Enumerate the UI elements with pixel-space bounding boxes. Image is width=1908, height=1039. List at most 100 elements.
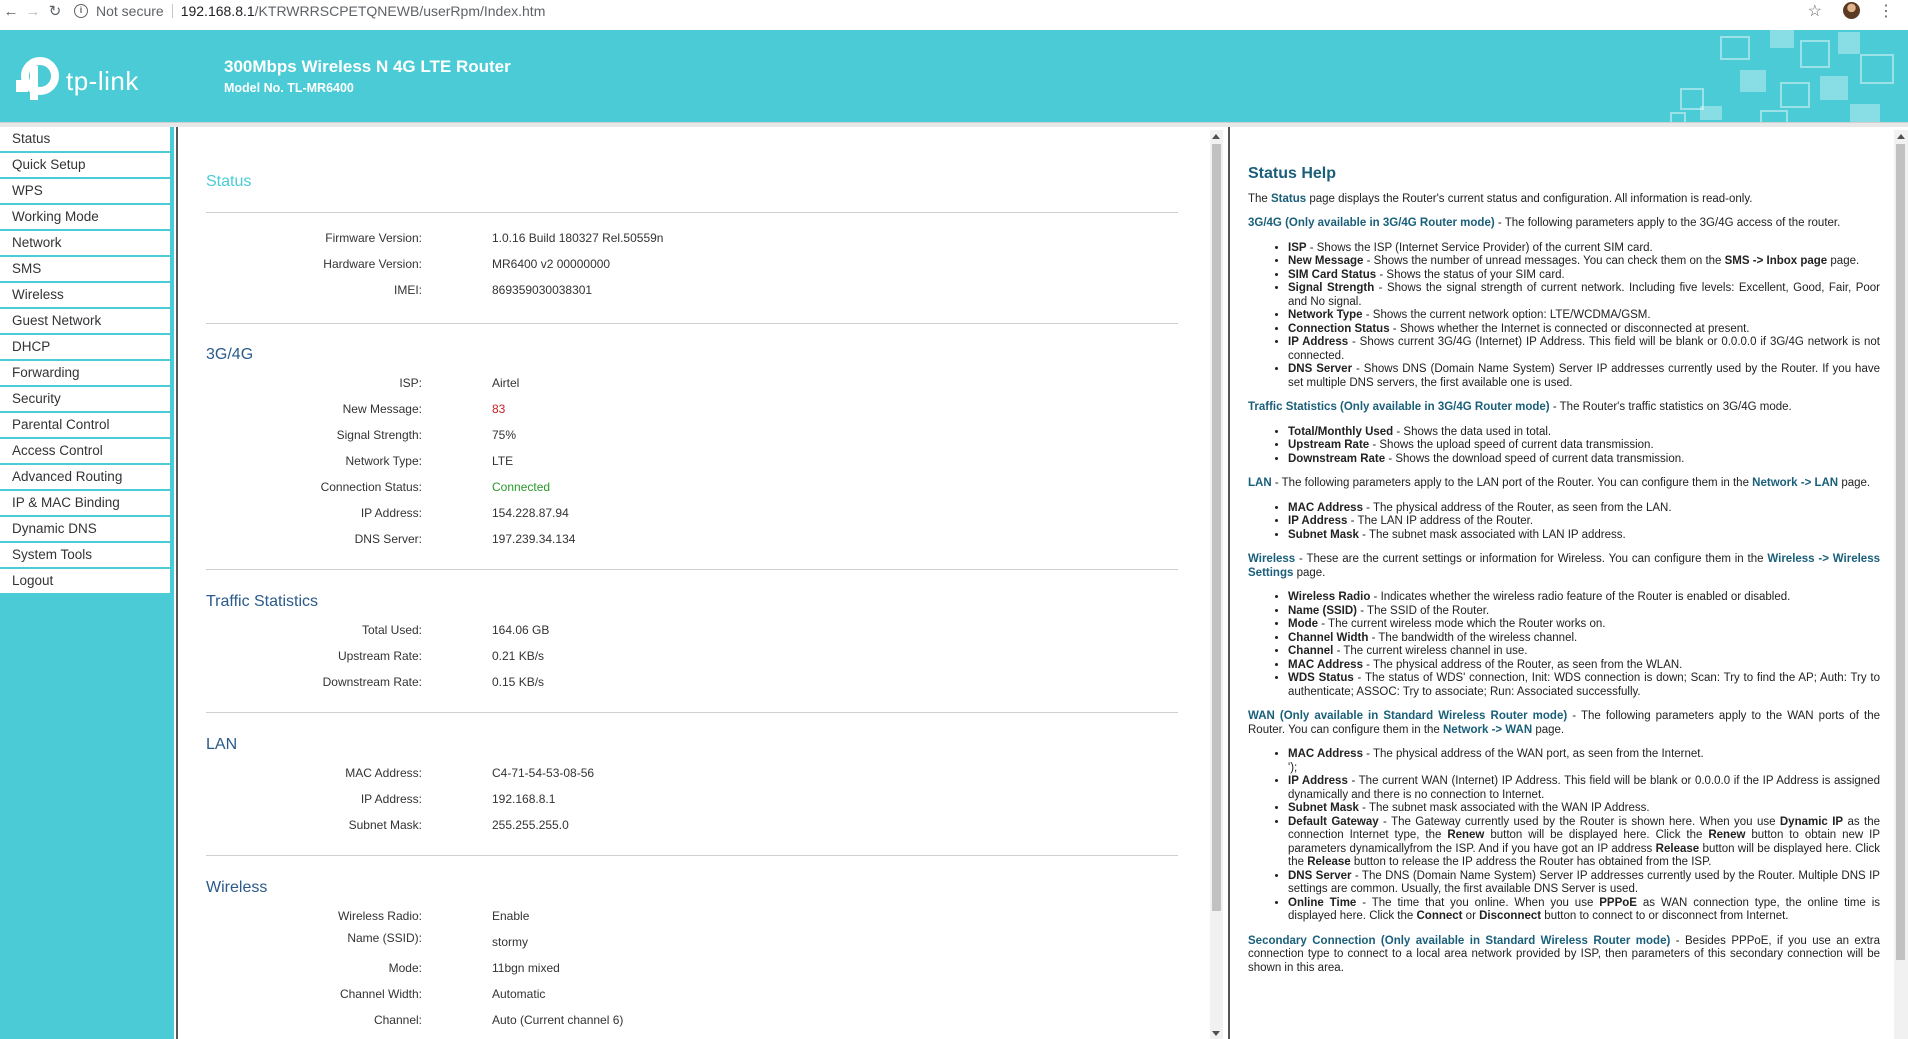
firmware-value: 1.0.16 Build 180327 Rel.50559n: [492, 231, 664, 245]
help-lan-heading: LAN - The following parameters apply to …: [1248, 477, 1871, 489]
divider: [206, 712, 1178, 713]
router-header: tp-link 300Mbps Wireless N 4G LTE Router…: [0, 30, 1908, 122]
signal-value: 75%: [492, 428, 517, 442]
info-icon[interactable]: i: [74, 4, 88, 18]
sidebar-item-dhcp[interactable]: DHCP: [0, 335, 170, 361]
sidebar-item-sms[interactable]: SMS: [0, 257, 170, 283]
connection-status-value: Connected: [492, 480, 551, 494]
help-3g4g-heading: 3G/4G (Only available in 3G/4G Router mo…: [1248, 217, 1841, 229]
sidebar-item-advanced-routing[interactable]: Advanced Routing: [0, 465, 170, 491]
wireless-section: Wireless: [206, 879, 1178, 897]
sidebar-item-logout[interactable]: Logout: [0, 569, 170, 595]
imei-value: 869359030038301: [492, 283, 593, 297]
g4-section: 3G/4G: [206, 346, 1178, 364]
sidebar-item-ip-mac-binding[interactable]: IP & MAC Binding: [0, 491, 170, 517]
scroll-up-icon[interactable]: [1212, 134, 1220, 139]
channel-width-label: Channel Width:: [339, 987, 422, 1001]
sidebar-item-network[interactable]: Network: [0, 231, 170, 257]
dns-server-value: 197.239.34.134: [492, 532, 576, 546]
sidebar-item-wireless[interactable]: Wireless: [0, 283, 170, 309]
tp-link-logo: tp-link: [12, 56, 139, 106]
wireless-radio-value: Enable: [492, 909, 530, 923]
logo-text: tp-link: [66, 65, 139, 96]
sidebar-item-wps[interactable]: WPS: [0, 179, 170, 205]
lan-ip-value: 192.168.8.1: [492, 792, 556, 806]
firmware-label: Firmware Version:: [325, 231, 422, 245]
sidebar-item-dynamic-dns[interactable]: Dynamic DNS: [0, 517, 170, 543]
back-icon[interactable]: ←: [0, 3, 22, 20]
status-panel-scrollbar[interactable]: [1210, 130, 1223, 1039]
lan-mac-value: C4-71-54-53-08-56: [492, 766, 595, 780]
help-wan-list: MAC Address - The physical address of th…: [1288, 748, 1880, 924]
sidebar-item-access-control[interactable]: Access Control: [0, 439, 170, 465]
traffic-section: Traffic Statistics: [206, 593, 1178, 611]
profile-avatar[interactable]: [1843, 2, 1860, 19]
wan-ip-value: 154.228.87.94: [492, 506, 569, 520]
ssid-label: Name (SSID):: [347, 931, 422, 945]
address-separator: [171, 4, 173, 18]
sidebar-item-status[interactable]: Status: [0, 127, 170, 153]
sidebar-item-guest-network[interactable]: Guest Network: [0, 309, 170, 335]
help-wan-heading: WAN (Only available in Standard Wireless…: [1248, 710, 1880, 736]
scrollbar-thumb[interactable]: [1896, 144, 1905, 960]
lan-mac-label: MAC Address:: [345, 766, 422, 780]
upstream-label: Upstream Rate:: [337, 649, 422, 663]
ssid-value: stormy: [492, 935, 528, 949]
address-bar[interactable]: i Not secure 192.168.8.1/KTRWRRSCPETQNEW…: [74, 3, 545, 19]
help-panel: Status Help The Status page displays the…: [1228, 127, 1894, 1039]
bookmark-star-icon[interactable]: ☆: [1808, 1, 1822, 21]
wireless-title: Wireless: [206, 879, 268, 896]
channel-value: Auto (Current channel 6): [492, 1013, 624, 1027]
isp-value: Airtel: [492, 376, 520, 390]
status-title: Status: [206, 173, 252, 190]
sidebar-item-forwarding[interactable]: Forwarding: [0, 361, 170, 387]
help-panel-scrollbar[interactable]: [1894, 130, 1908, 1039]
sidebar-item-system-tools[interactable]: System Tools: [0, 543, 170, 569]
lan-mask-value: 255.255.255.0: [492, 818, 569, 832]
help-secondary-heading: Secondary Connection (Only available in …: [1248, 934, 1880, 974]
new-message-count[interactable]: 83: [492, 402, 505, 416]
lan-mask-label: Subnet Mask:: [348, 818, 422, 832]
divider: [206, 323, 1178, 324]
imei-label: IMEI:: [393, 283, 422, 297]
total-used-value: 164.06 GB: [492, 623, 550, 637]
downstream-value: 0.15 KB/s: [492, 675, 545, 689]
url-host: 192.168.8.1: [180, 3, 255, 19]
sidebar-item-working-mode[interactable]: Working Mode: [0, 205, 170, 231]
model-number: Model No. TL-MR6400: [224, 81, 354, 95]
wireless-radio-label: Wireless Radio:: [337, 909, 422, 923]
hardware-value: MR6400 v2 00000000: [492, 257, 611, 271]
scroll-up-icon[interactable]: [1897, 134, 1905, 139]
not-secure-label: Not secure: [96, 3, 164, 19]
sidebar-item-security[interactable]: Security: [0, 387, 170, 413]
help-traffic-heading: Traffic Statistics (Only available in 3G…: [1248, 401, 1792, 413]
tp-link-logo-icon: [16, 57, 59, 100]
total-used-label: Total Used:: [361, 623, 422, 637]
network-type-value: LTE: [492, 454, 514, 468]
browser-toolbar: ← → ↻ i Not secure 192.168.8.1/KTRWRRSCP…: [0, 0, 1908, 22]
channel-width-value: Automatic: [492, 987, 546, 1001]
dns-server-label: DNS Server:: [354, 532, 422, 546]
lan-title: LAN: [206, 736, 238, 753]
wireless-mode-value: 11bgn mixed: [492, 961, 560, 975]
sidebar-item-parental-control[interactable]: Parental Control: [0, 413, 170, 439]
wireless-mode-label: Mode:: [388, 961, 422, 975]
menu-kebab-icon[interactable]: ⋮: [1878, 1, 1894, 21]
scrollbar-thumb[interactable]: [1212, 144, 1221, 911]
product-title: 300Mbps Wireless N 4G LTE Router: [224, 57, 511, 76]
upstream-value: 0.21 KB/s: [492, 649, 545, 663]
channel-label: Channel:: [373, 1013, 422, 1027]
reload-icon[interactable]: ↻: [44, 2, 66, 20]
scroll-down-icon[interactable]: [1212, 1031, 1220, 1036]
sidebar-item-quick-setup[interactable]: Quick Setup: [0, 153, 170, 179]
lan-section: LAN: [206, 736, 1178, 754]
traffic-title: Traffic Statistics: [206, 593, 319, 610]
hardware-label: Hardware Version:: [323, 257, 422, 271]
isp-label: ISP:: [399, 376, 422, 390]
divider: [206, 569, 1178, 570]
forward-icon[interactable]: →: [22, 3, 44, 20]
help-title: Status Help: [1248, 165, 1337, 182]
signal-label: Signal Strength:: [336, 428, 422, 442]
divider: [206, 855, 1178, 856]
network-type-label: Network Type:: [345, 454, 422, 468]
